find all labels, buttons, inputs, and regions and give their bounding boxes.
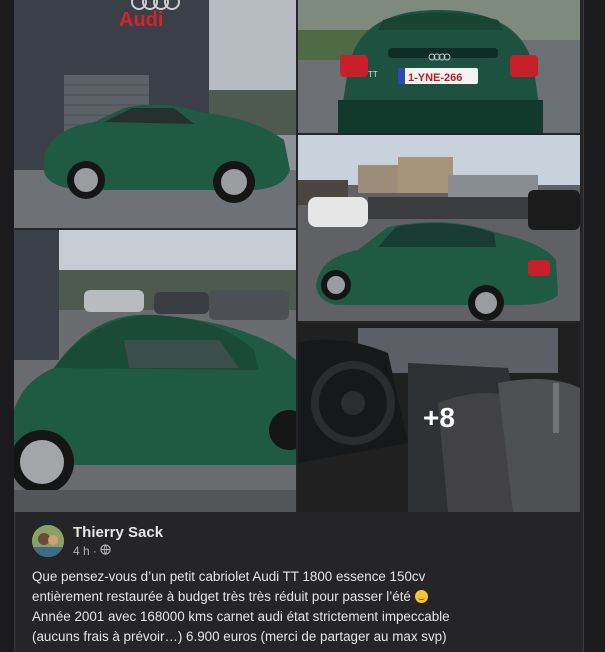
post-time[interactable]: 4 h <box>73 544 90 558</box>
photo-1[interactable]: Audi <box>14 0 296 228</box>
post-text-line-3: Année 2001 avec 168000 kms carnet audi é… <box>32 609 450 624</box>
post-text-line-2: entièrement restaurée à budget très très… <box>32 587 577 607</box>
meta-separator: · <box>92 544 97 558</box>
post-text-line-1: Que pensez-vous d’un petit cabriolet Aud… <box>32 569 426 584</box>
tt-badge-text: TT <box>368 70 378 79</box>
photo-grid: Audi 1-YNE-266 TT +8 <box>14 0 580 512</box>
post-header: Thierry Sack 4 h · <box>32 521 572 561</box>
wink-face-emoji <box>414 590 428 603</box>
photo-3[interactable] <box>298 135 580 321</box>
globe-icon <box>100 544 111 558</box>
avatar[interactable] <box>32 525 64 557</box>
photo-2[interactable]: 1-YNE-266 TT <box>298 0 580 133</box>
author-name[interactable]: Thierry Sack <box>73 524 163 541</box>
photo-4[interactable] <box>14 230 296 512</box>
photo-5-more[interactable]: +8 <box>298 323 580 512</box>
post-body: Que pensez-vous d’un petit cabriolet Aud… <box>32 567 577 647</box>
license-plate-text: 1-YNE-266 <box>408 72 462 84</box>
post-meta: 4 h · <box>73 544 111 558</box>
post-text-line-4: (aucuns frais à prévoir…) 6.900 euros (m… <box>32 629 447 644</box>
more-photos-count: +8 <box>298 323 580 512</box>
audi-sign-text: Audi <box>119 9 163 31</box>
